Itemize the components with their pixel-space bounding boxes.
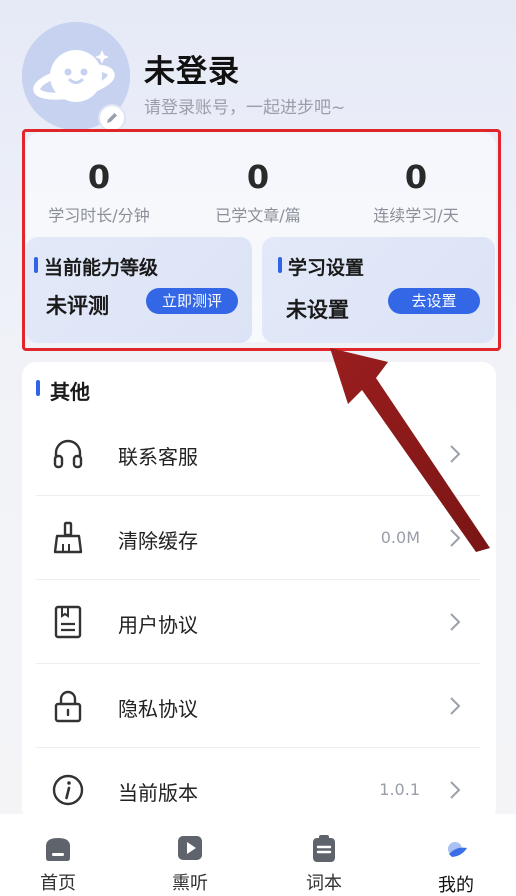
section-title-others: 其他 — [36, 376, 90, 405]
pencil-icon — [107, 113, 117, 123]
clipboard-icon — [313, 835, 335, 862]
chevron-right-icon — [450, 613, 461, 631]
tab-home[interactable]: 首页 — [18, 814, 98, 896]
play-icon — [178, 836, 202, 860]
list-item-label: 隐私协议 — [118, 697, 198, 721]
broom-icon — [53, 521, 83, 554]
version-value: 1.0.1 — [379, 780, 420, 799]
tab-label: 我的 — [438, 875, 474, 896]
lock-icon — [54, 690, 82, 723]
list-item-label: 联系客服 — [118, 445, 198, 469]
tab-wordbook[interactable]: 词本 — [284, 814, 364, 896]
edit-avatar-button[interactable] — [98, 104, 126, 132]
chevron-right-icon — [450, 781, 461, 799]
headphones-icon — [53, 439, 83, 469]
profile-name[interactable]: 未登录 — [144, 46, 240, 91]
tab-label: 词本 — [306, 873, 342, 894]
tab-label: 熏听 — [172, 873, 208, 894]
list-item-label: 当前版本 — [118, 781, 198, 805]
profile-subtitle[interactable]: 请登录账号，一起进步吧~ — [144, 93, 345, 118]
info-icon — [52, 774, 84, 806]
document-icon — [54, 605, 82, 639]
chevron-right-icon — [450, 697, 461, 715]
home-icon — [46, 838, 70, 861]
tab-mine[interactable]: 我的 — [416, 814, 496, 896]
bottom-tab-bar: 首页 熏听 词本 我的 — [0, 814, 516, 896]
tab-listen[interactable]: 熏听 — [150, 814, 230, 896]
annotation-highlight-box — [22, 129, 501, 351]
list-item-label: 用户协议 — [118, 613, 198, 637]
profile-icon — [448, 842, 467, 857]
list-item-user-agreement[interactable]: 用户协议 — [36, 580, 480, 664]
annotation-arrow — [330, 348, 490, 552]
tab-label: 首页 — [40, 873, 76, 894]
list-item-privacy-agreement[interactable]: 隐私协议 — [36, 664, 480, 748]
list-item-label: 清除缓存 — [118, 529, 198, 553]
